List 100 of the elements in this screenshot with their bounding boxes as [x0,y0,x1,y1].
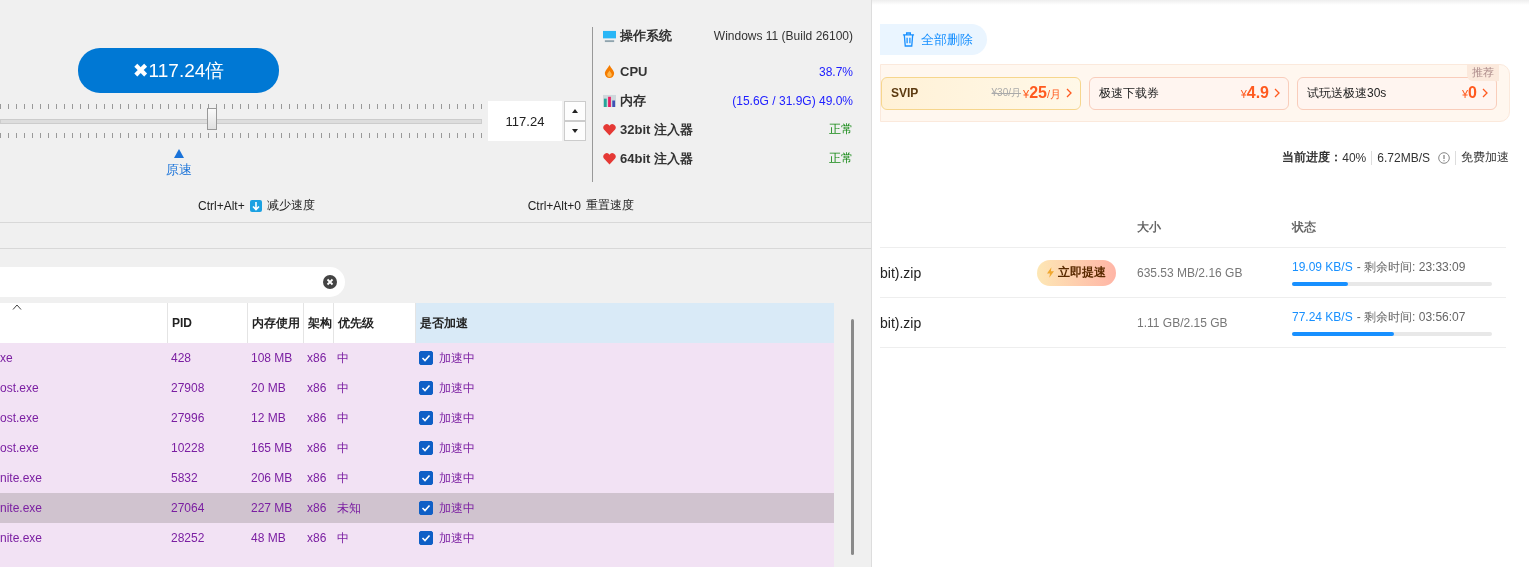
speed-input-field[interactable]: 117.24 [488,101,562,141]
file-name: bit).zip [880,264,923,281]
table-cell-text: 中 [336,409,350,427]
offer-name: 极速下载券 [1099,84,1159,102]
increment-icon[interactable] [564,101,586,121]
sort-caret-icon[interactable] [12,304,22,310]
status-label: 加速中 [439,439,475,457]
status-label: 加速中 [439,469,475,487]
shortcut-action: 重置速度 [586,197,635,214]
checkbox[interactable] [419,351,433,365]
shortcut-action: 减少速度 [266,197,315,214]
checkbox[interactable] [419,501,433,515]
table-cell-text: 27908 [170,381,206,395]
checkmark-icon [420,502,432,514]
checkbox[interactable] [419,531,433,545]
column-header[interactable]: 是否加速 [415,303,835,343]
table-cell-text: nite.exe [0,531,44,545]
table-cell-text: 165 MB [250,441,294,455]
checkmark-icon [420,442,432,454]
table-cell-text: 中 [336,529,350,547]
info-label: 64bit 注入器 [620,149,693,168]
table-cell-text: ost.exe [0,441,40,455]
table-cell-text: x86 [306,501,328,515]
table-cell-text: 中 [336,439,350,457]
table-cell-text: 5832 [170,471,199,485]
checkmark-icon [420,412,432,424]
chevron-right-icon [1482,88,1488,98]
info-label: 操作系统 [620,27,672,45]
table-cell-text: 中 [336,379,350,397]
offer-card[interactable]: 试玩送极速30s ¥0 [1297,76,1497,110]
speed-up-button[interactable]: 立即提速 [1037,259,1116,286]
heart-icon [603,123,616,136]
checkmark-icon [420,532,432,544]
progress-label: 当前进度： [1282,149,1343,166]
process-row[interactable]: ost.exe 27996 12 MB x86 中 加速中 [0,403,835,433]
table-cell-text: 28252 [170,531,206,545]
decrement-icon[interactable] [564,121,586,141]
offer-price: ¥0 [1461,84,1477,102]
table-cell-text: x86 [306,531,328,545]
table-cell-text: 未知 [336,499,362,517]
original-price: ¥30/月 [991,86,1021,100]
offer-card[interactable]: SVIP ¥30/月 ¥25/月 [881,76,1081,110]
checkmark-icon [420,472,432,484]
checkmark-icon [420,352,432,364]
table-cell-text: 20 MB [250,381,287,395]
table-cell-text: ost.exe [0,381,40,395]
info-value: 正常 [829,121,853,138]
offer-card[interactable]: 极速下载券 ¥4.9 [1089,76,1289,110]
info-label: CPU [620,64,648,79]
scrollbar-thumb[interactable] [851,319,854,555]
offer-name: SVIP [891,86,919,100]
process-row[interactable]: nite.exe 27064 227 MB x86 未知 加速中 [0,493,835,523]
bar-chart-icon [603,94,616,107]
process-row[interactable]: nite.exe 28252 48 MB x86 中 加速中 [0,523,835,553]
search-field[interactable] [0,267,345,297]
file-name: bit).zip [880,314,923,331]
process-row[interactable]: ost.exe 27908 20 MB x86 中 加速中 [0,373,835,403]
table-cell-text: 27064 [170,501,206,515]
table-cell-text: ost.exe [0,411,40,425]
speed-multiplier-badge: ✖117.24倍 [78,48,279,93]
table-cell-text: xe [0,351,14,365]
heart-icon [603,152,616,165]
checkbox[interactable] [419,441,433,455]
process-row[interactable]: xe 428 108 MB x86 中 加速中 [0,343,835,373]
progress-percent: 40% [1342,150,1367,165]
status-label: 加速中 [439,409,475,427]
checkmark-icon [420,382,432,394]
speed-slider[interactable] [0,104,482,138]
status-label: 加速中 [439,529,475,547]
slider-thumb[interactable] [207,107,218,130]
table-cell-text: x86 [306,351,328,365]
table-cell-text: 227 MB [250,501,294,515]
status-label: 加速中 [439,349,475,367]
time-remaining: - 剩余时间: 03:56:07 [1356,310,1466,324]
trash-icon [902,32,915,47]
process-row[interactable]: nite.exe 5832 206 MB x86 中 加速中 [0,463,835,493]
process-row[interactable]: ost.exe 10228 165 MB x86 中 加速中 [0,433,835,463]
info-value: 正常 [829,150,853,167]
shortcut-keys: Ctrl+Alt+ [198,198,245,213]
free-boost-link[interactable]: 免费加速 [1461,149,1509,166]
file-size: 1.11 GB/2.15 GB [1137,315,1229,330]
chevron-right-icon [1066,88,1072,98]
table-cell-text: nite.exe [0,501,44,515]
info-label: 内存 [620,91,646,110]
table-cell-text: x86 [306,471,328,485]
table-cell-text: 108 MB [250,351,294,365]
clear-icon[interactable] [323,275,337,289]
column-header: 大小 [1137,218,1162,236]
table-cell-text: 12 MB [250,411,287,425]
table-cell-text: 48 MB [250,531,287,545]
info-icon[interactable] [1438,151,1450,164]
info-label: 32bit 注入器 [620,120,693,139]
checkbox[interactable] [419,381,433,395]
checkbox[interactable] [419,471,433,485]
table-cell-text: 中 [336,349,350,367]
table-cell-text: x86 [306,411,328,425]
offer-price: ¥4.9 [1240,84,1269,102]
table-cell-text: 中 [336,469,350,487]
chevron-right-icon [1274,88,1280,98]
checkbox[interactable] [419,411,433,425]
